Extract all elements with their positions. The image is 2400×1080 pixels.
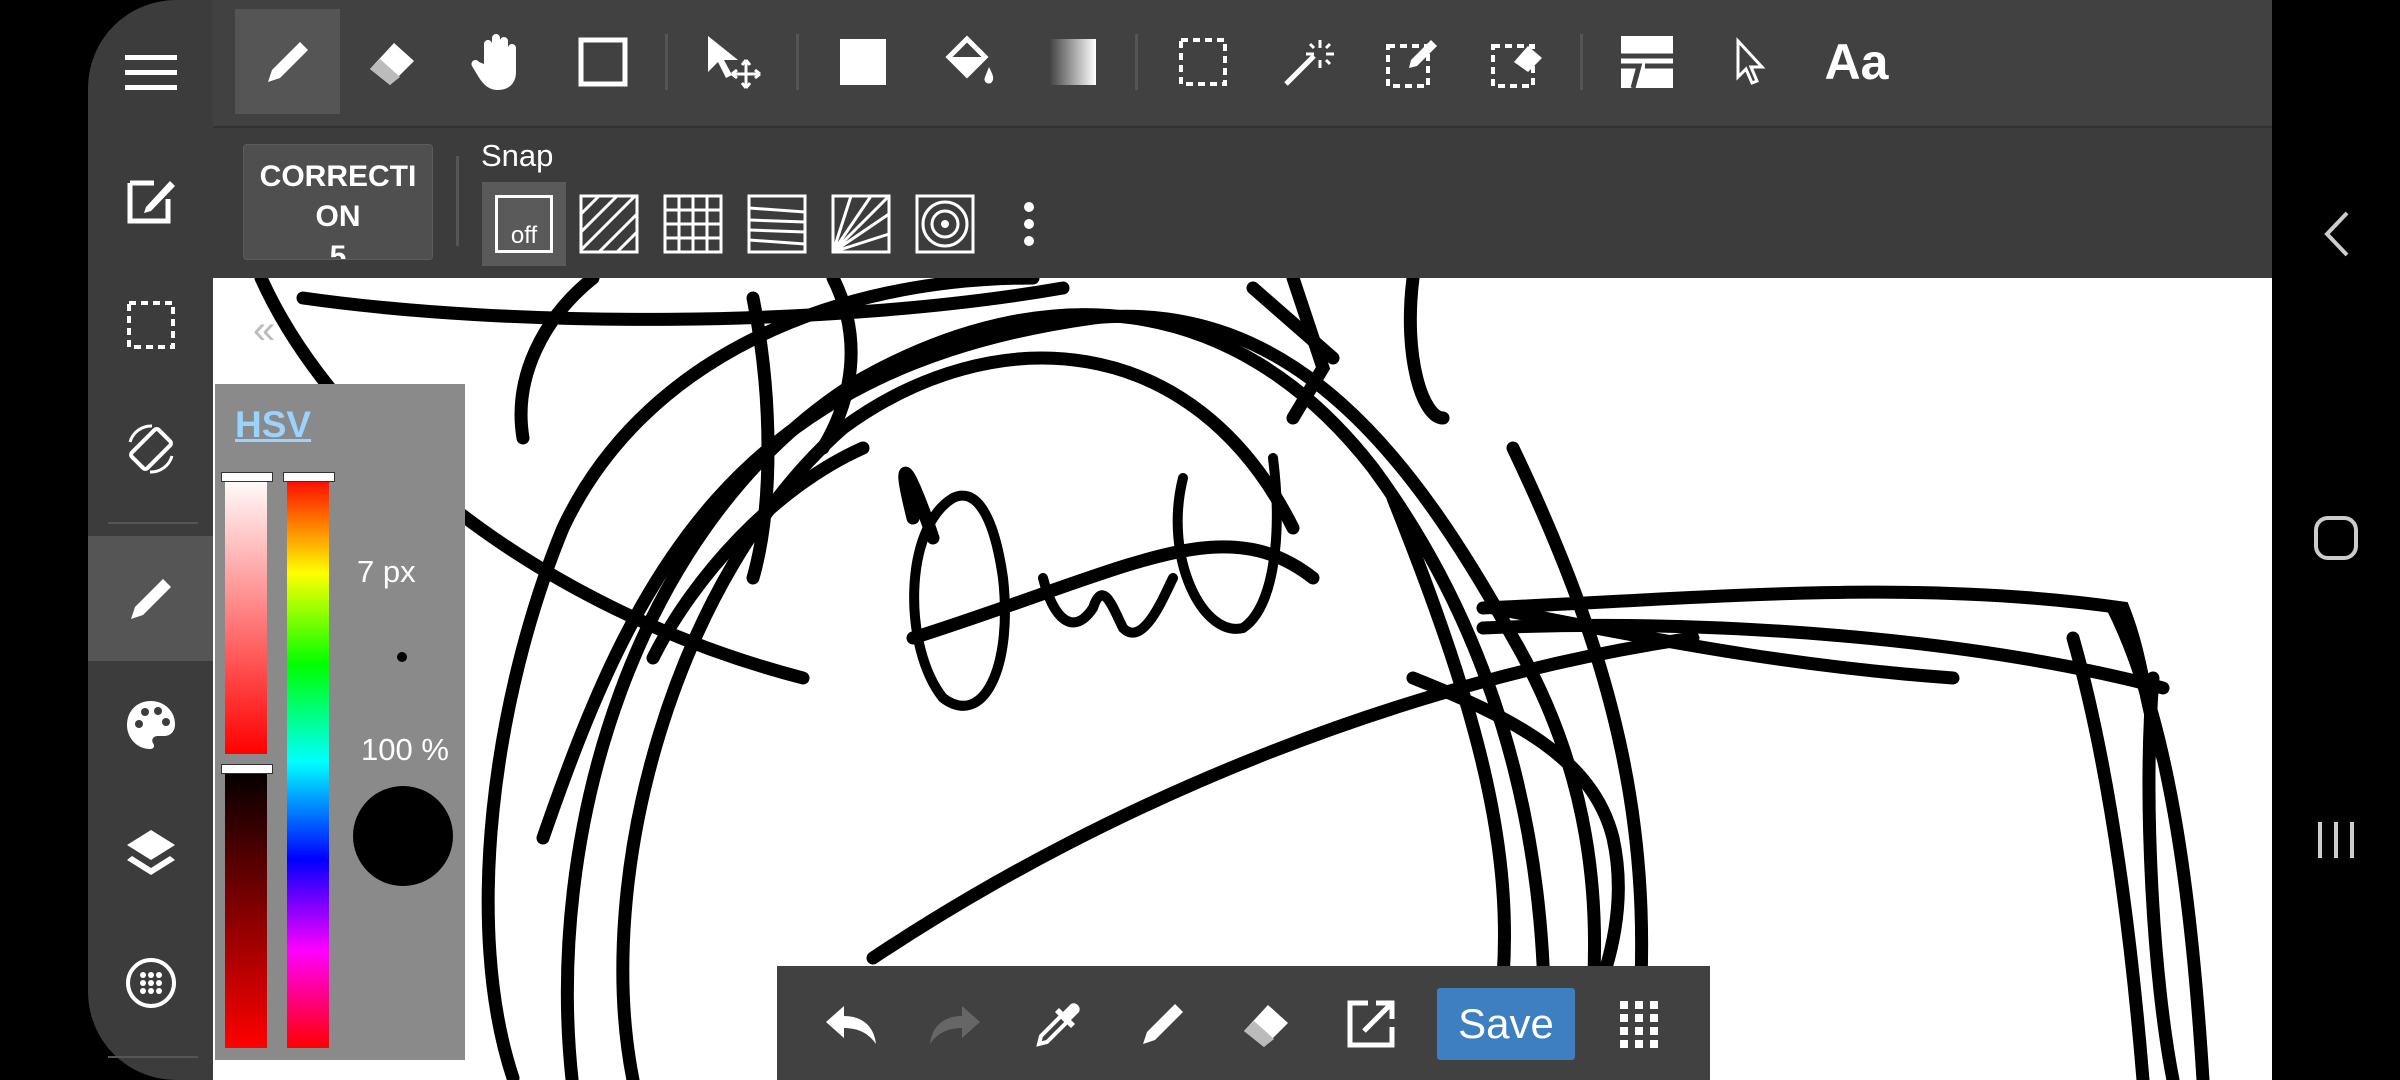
selection-icon[interactable] bbox=[88, 262, 213, 387]
material-icon[interactable] bbox=[88, 920, 213, 1045]
move-tool-icon[interactable] bbox=[681, 9, 786, 114]
eyedropper-icon[interactable] bbox=[1009, 974, 1109, 1074]
snap-label: Snap bbox=[481, 138, 554, 173]
color-panel: HSV 7 px 100 % bbox=[215, 384, 465, 1060]
shape-tool-icon[interactable] bbox=[550, 9, 655, 114]
palette-icon[interactable] bbox=[88, 662, 213, 787]
brightness-slider[interactable] bbox=[221, 764, 273, 1048]
drawing-app: Aa CORRECTI ON 5 Snap off « HSV 7 px 100… bbox=[0, 0, 2272, 1080]
system-nav-bar bbox=[2272, 0, 2400, 1080]
tool-options-bar: CORRECTI ON 5 Snap off bbox=[213, 128, 2272, 278]
operation-tool-icon[interactable] bbox=[1699, 9, 1804, 114]
select-eraser-tool-icon[interactable] bbox=[1465, 9, 1570, 114]
opacity-label: 100 % bbox=[361, 732, 449, 767]
grid-menu-icon[interactable] bbox=[1589, 974, 1689, 1074]
bucket-tool-icon[interactable] bbox=[915, 9, 1020, 114]
snap-circle-icon[interactable] bbox=[903, 182, 987, 266]
brush-size-label: 7 px bbox=[357, 554, 416, 589]
brush-size-preview bbox=[397, 652, 407, 662]
drawing-canvas[interactable]: « bbox=[213, 278, 2272, 1080]
gradient-tool-icon[interactable] bbox=[1020, 9, 1125, 114]
home-icon[interactable] bbox=[2272, 488, 2400, 588]
export-icon[interactable] bbox=[1321, 974, 1421, 1074]
back-icon[interactable] bbox=[2272, 184, 2400, 284]
pen-tool-icon[interactable] bbox=[235, 9, 340, 114]
snap-radial-icon[interactable] bbox=[819, 182, 903, 266]
recents-icon[interactable] bbox=[2272, 790, 2400, 890]
pen-mode-icon[interactable] bbox=[88, 536, 213, 661]
select-pen-tool-icon[interactable] bbox=[1360, 9, 1465, 114]
snap-perspective-icon[interactable] bbox=[735, 182, 819, 266]
layers-icon[interactable] bbox=[88, 790, 213, 915]
correction-button[interactable]: CORRECTI ON 5 bbox=[243, 144, 433, 260]
edit-canvas-icon[interactable] bbox=[88, 137, 213, 262]
bottom-toolbar: Save bbox=[777, 966, 1710, 1080]
snap-grid-icon[interactable] bbox=[651, 182, 735, 266]
save-button[interactable]: Save bbox=[1437, 988, 1575, 1060]
hue-slider[interactable] bbox=[283, 472, 335, 1048]
menu-icon[interactable] bbox=[88, 10, 213, 135]
top-toolbar: Aa bbox=[213, 0, 2272, 128]
current-color-swatch[interactable] bbox=[353, 786, 453, 886]
more-options-icon[interactable] bbox=[987, 182, 1071, 266]
rotate-canvas-icon[interactable] bbox=[88, 386, 213, 511]
snap-off-button[interactable]: off bbox=[482, 182, 566, 266]
hsv-mode-link[interactable]: HSV bbox=[235, 404, 311, 446]
magic-wand-tool-icon[interactable] bbox=[1255, 9, 1360, 114]
undo-icon[interactable] bbox=[801, 974, 901, 1074]
eraser-tool-icon[interactable] bbox=[340, 9, 445, 114]
saturation-slider[interactable] bbox=[221, 472, 273, 754]
hand-tool-icon[interactable] bbox=[445, 9, 550, 114]
fill-rect-tool-icon[interactable] bbox=[810, 9, 915, 114]
frame-divider-tool-icon[interactable] bbox=[1594, 9, 1699, 114]
collapse-panel-icon[interactable]: « bbox=[253, 308, 275, 353]
left-sidebar bbox=[88, 0, 213, 1080]
redo-icon[interactable] bbox=[905, 974, 1005, 1074]
select-rect-tool-icon[interactable] bbox=[1150, 9, 1255, 114]
text-tool-button[interactable]: Aa bbox=[1804, 9, 1909, 114]
sketch-strokes bbox=[254, 278, 2210, 1080]
snap-off-label: off bbox=[495, 195, 553, 253]
snap-parallel-icon[interactable] bbox=[567, 182, 651, 266]
pen-quick-icon[interactable] bbox=[1113, 974, 1213, 1074]
eraser-quick-icon[interactable] bbox=[1217, 974, 1317, 1074]
